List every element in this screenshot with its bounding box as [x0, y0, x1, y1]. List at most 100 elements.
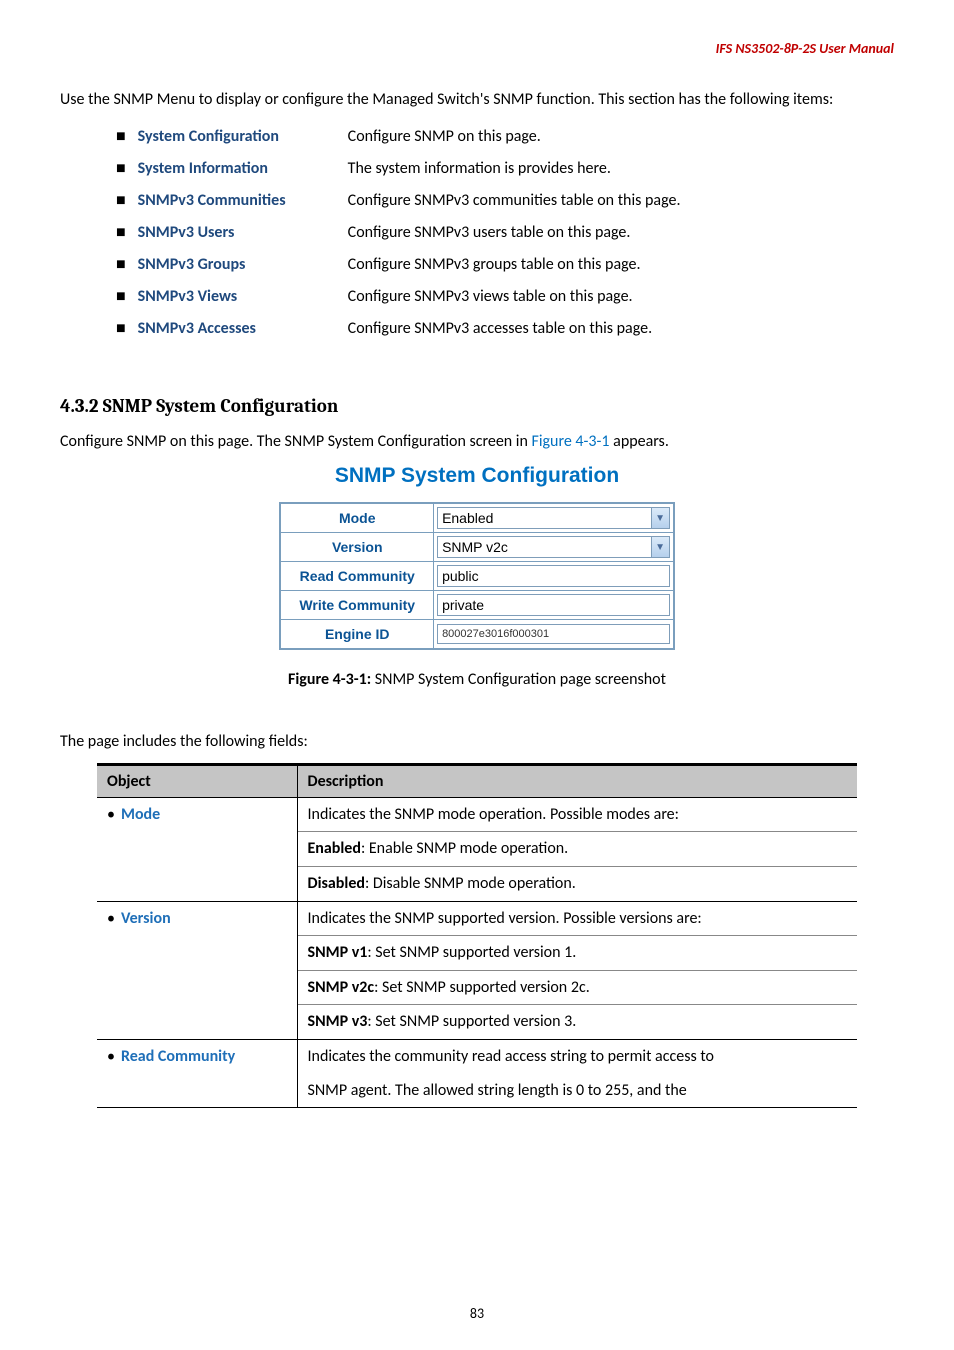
table-row: Write Community — [280, 591, 673, 620]
bullet-icon: ■ — [110, 249, 132, 281]
read-community-input[interactable] — [437, 565, 670, 587]
mode-label: Mode — [280, 503, 433, 533]
bullet-icon: ■ — [110, 185, 132, 217]
desc-cell: Disabled: Disable SNMP mode operation. — [297, 866, 857, 901]
table-row: SNMP v2c: Set SNMP supported version 2c. — [97, 970, 857, 1005]
list-item: ■System InformationThe system informatio… — [110, 153, 686, 185]
intro-paragraph: Use the SNMP Menu to display or configur… — [60, 87, 894, 113]
engine-id-label: Engine ID — [280, 620, 433, 650]
list-item: ■SNMPv3 CommunitiesConfigure SNMPv3 comm… — [110, 185, 686, 217]
item-desc: The system information is provides here. — [342, 153, 687, 185]
text: appears. — [610, 432, 669, 451]
list-item: ■SNMPv3 UsersConfigure SNMPv3 users tabl… — [110, 217, 686, 249]
version-label: Version — [280, 533, 433, 562]
desc-cell: Indicates the community read access stri… — [297, 1039, 857, 1073]
table-row: •Mode Indicates the SNMP mode operation.… — [97, 797, 857, 832]
config-title: SNMP System Configuration — [335, 464, 619, 488]
desc-cell: SNMP v1: Set SNMP supported version 1. — [297, 936, 857, 971]
table-row: Disabled: Disable SNMP mode operation. — [97, 866, 857, 901]
table-row: •Read Community Indicates the community … — [97, 1039, 857, 1073]
desc-cell: SNMP v2c: Set SNMP supported version 2c. — [297, 970, 857, 1005]
item-label: SNMPv3 Groups — [132, 249, 342, 281]
version-value: SNMP v2c — [437, 536, 670, 558]
item-label: SNMPv3 Views — [132, 281, 342, 313]
table-row: SNMP v3: Set SNMP supported version 3. — [97, 1005, 857, 1040]
header-description: Description — [297, 764, 857, 797]
write-community-label: Write Community — [280, 591, 433, 620]
bullet-icon: • — [107, 805, 121, 824]
table-row: SNMP agent. The allowed string length is… — [97, 1074, 857, 1108]
table-header: Object Description — [97, 764, 857, 797]
text: : Enable SNMP mode operation. — [361, 839, 568, 858]
bullet-icon: ■ — [110, 217, 132, 249]
table-row: Read Community — [280, 562, 673, 591]
bullet-icon: • — [107, 909, 121, 928]
item-label: SNMPv3 Users — [132, 217, 342, 249]
page-number: 83 — [0, 1305, 954, 1322]
table-row: Version SNMP v2c ▼ — [280, 533, 673, 562]
item-label: System Information — [132, 153, 342, 185]
text-bold: SNMP v3 — [308, 1012, 368, 1031]
version-select[interactable]: SNMP v2c ▼ — [437, 536, 670, 558]
table-row: Mode Enabled ▼ — [280, 503, 673, 533]
bullet-icon: ■ — [110, 121, 132, 153]
bullet-icon: ■ — [110, 281, 132, 313]
figure-caption: Figure 4-3-1: SNMP System Configuration … — [60, 670, 894, 689]
object-name: Read Community — [121, 1047, 235, 1066]
text: : Set SNMP supported version 3. — [367, 1012, 576, 1031]
item-label: SNMPv3 Communities — [132, 185, 342, 217]
desc-cell: Enabled: Enable SNMP mode operation. — [297, 832, 857, 867]
config-table: Mode Enabled ▼ Version SNMP v2c ▼ Read C… — [279, 502, 674, 650]
list-item: ■SNMPv3 AccessesConfigure SNMPv3 accesse… — [110, 313, 686, 345]
item-desc: Configure SNMP on this page. — [342, 121, 687, 153]
text-bold: SNMP v2c — [308, 978, 375, 997]
chevron-down-icon[interactable]: ▼ — [651, 537, 669, 557]
table-row: Engine ID — [280, 620, 673, 650]
item-desc: Configure SNMPv3 communities table on th… — [342, 185, 687, 217]
bullet-icon: ■ — [110, 153, 132, 185]
config-figure: SNMP System Configuration Mode Enabled ▼… — [60, 464, 894, 650]
bullet-icon: ■ — [110, 313, 132, 345]
item-label: SNMPv3 Accesses — [132, 313, 342, 345]
section-heading: 4.3.2 SNMP System Configuration — [60, 395, 894, 417]
bullet-icon: • — [107, 1047, 121, 1066]
engine-id-input[interactable] — [437, 624, 670, 644]
item-label: System Configuration — [132, 121, 342, 153]
chevron-down-icon[interactable]: ▼ — [651, 508, 669, 528]
text: Configure SNMP on this page. The SNMP Sy… — [60, 432, 532, 451]
text: : Set SNMP supported version 2c. — [374, 978, 590, 997]
table-row: SNMP v1: Set SNMP supported version 1. — [97, 936, 857, 971]
item-desc: Configure SNMPv3 views table on this pag… — [342, 281, 687, 313]
fields-intro: The page includes the following fields: — [60, 729, 894, 755]
figure-link: Figure 4-3-1 — [532, 432, 610, 451]
caption-label: Figure 4-3-1: — [288, 670, 371, 689]
desc-cell: SNMP agent. The allowed string length is… — [297, 1074, 857, 1108]
table-row: •Version Indicates the SNMP supported ve… — [97, 901, 857, 936]
list-item: ■SNMPv3 GroupsConfigure SNMPv3 groups ta… — [110, 249, 686, 281]
table-row: Enabled: Enable SNMP mode operation. — [97, 832, 857, 867]
header-object: Object — [97, 764, 297, 797]
text: : Disable SNMP mode operation. — [365, 874, 576, 893]
item-desc: Configure SNMPv3 users table on this pag… — [342, 217, 687, 249]
list-item: ■SNMPv3 ViewsConfigure SNMPv3 views tabl… — [110, 281, 686, 313]
text: : Set SNMP supported version 1. — [367, 943, 576, 962]
doc-header: IFS NS3502-8P-2S User Manual — [60, 40, 894, 57]
object-name: Mode — [121, 805, 160, 824]
text-bold: Enabled — [308, 839, 361, 858]
caption-text: SNMP System Configuration page screensho… — [371, 670, 666, 689]
text-bold: SNMP v1 — [308, 943, 368, 962]
list-item: ■System ConfigurationConfigure SNMP on t… — [110, 121, 686, 153]
write-community-input[interactable] — [437, 594, 670, 616]
item-desc: Configure SNMPv3 groups table on this pa… — [342, 249, 687, 281]
items-list: ■System ConfigurationConfigure SNMP on t… — [110, 121, 686, 345]
fields-table: Object Description •Mode Indicates the S… — [97, 763, 857, 1108]
mode-value: Enabled — [437, 507, 670, 529]
section-intro: Configure SNMP on this page. The SNMP Sy… — [60, 429, 894, 455]
read-community-label: Read Community — [280, 562, 433, 591]
object-name: Version — [121, 909, 171, 928]
mode-select[interactable]: Enabled ▼ — [437, 507, 670, 529]
item-desc: Configure SNMPv3 accesses table on this … — [342, 313, 687, 345]
desc-cell: Indicates the SNMP mode operation. Possi… — [297, 797, 857, 832]
text-bold: Disabled — [308, 874, 365, 893]
desc-cell: Indicates the SNMP supported version. Po… — [297, 901, 857, 936]
